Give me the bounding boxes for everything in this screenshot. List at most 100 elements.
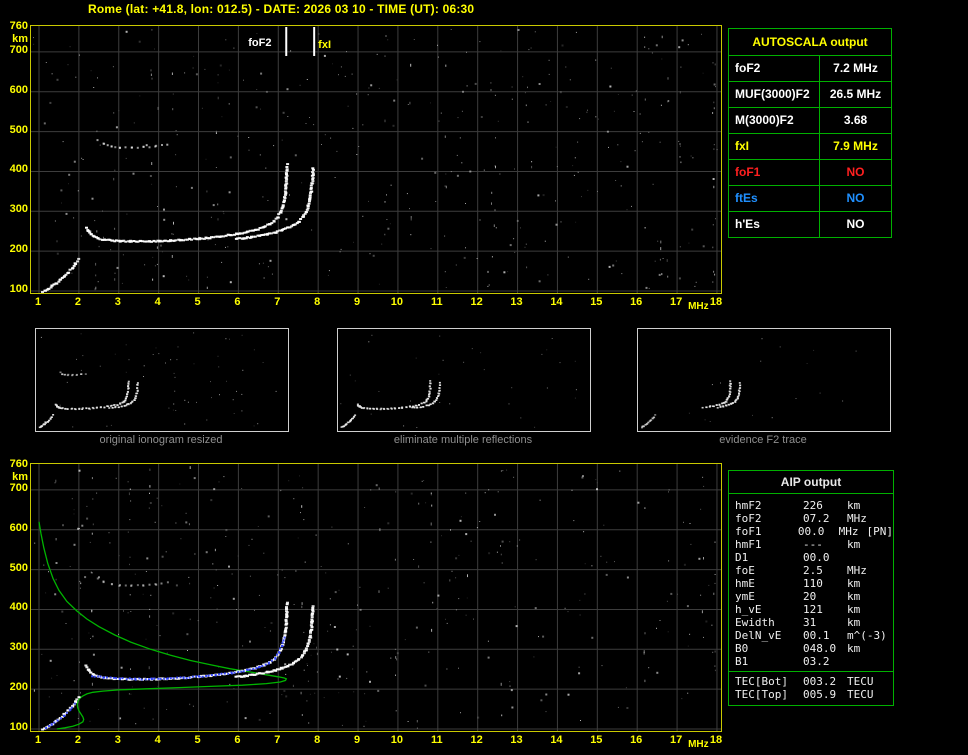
ionogram-plot [30, 25, 722, 294]
parameter-value: 7.9 MHz [819, 134, 891, 159]
x-tick-label: 16 [630, 734, 643, 746]
y-tick-label: 500 [9, 561, 28, 574]
aip-row: Ewidth 31 km [729, 616, 893, 629]
x-tick-label: 5 [194, 734, 201, 746]
x-tick-label: 12 [470, 734, 483, 746]
x-tick-label: 15 [590, 296, 603, 308]
autoscala-table-rows: foF2 7.2 MHz MUF(3000)F2 26.5 MHz M(3000)F2 3… [729, 55, 891, 237]
parameter-unit: km [847, 590, 861, 603]
thumbnail-eliminate-reflections [337, 328, 591, 432]
x-tick-label: 6 [234, 734, 241, 746]
parameter-label: fxI [735, 139, 750, 153]
profile-ionogram-canvas [31, 464, 721, 731]
thumb-trace-layer [340, 380, 442, 428]
parameter-unit: km [847, 642, 861, 655]
parameter-value: 00.0 [797, 525, 825, 538]
y-tick-label: 300 [9, 203, 28, 216]
parameter-label: B0 [735, 642, 749, 655]
fof2-marker-label: foF2 [248, 37, 272, 49]
parameter-label: D1 [735, 551, 749, 564]
grid-layer [31, 26, 721, 293]
y-tick-label: 700 [9, 481, 28, 494]
autoscala-output-table: AUTOSCALA output foF2 7.2 MHz MUF(3000)F2 2… [728, 28, 892, 238]
aip-row: hmF1 --- km [729, 538, 893, 551]
parameter-unit: km [847, 577, 861, 590]
parameter-value: 00.0 [803, 551, 830, 564]
parameter-value: 07.2 [803, 512, 830, 525]
parameter-label: hmF1 [735, 538, 762, 551]
parameter-value: NO [819, 212, 891, 237]
parameter-flag: [PN] [866, 525, 894, 538]
parameter-value: 7.2 MHz [819, 56, 891, 81]
aip-row: foE 2.5 MHz [729, 564, 893, 577]
x-tick-label: 8 [314, 296, 321, 308]
parameter-unit: TECU [847, 688, 874, 701]
aip-table-rows: hmF2 226 km foF2 07.2 MHz foF1 00.0 MHz [PN] hmF1-… [729, 494, 893, 671]
parameter-value: 226 [803, 499, 823, 512]
parameter-label: ftEs [735, 191, 758, 205]
parameter-unit: km [847, 616, 861, 629]
aip-row: foF1 00.0 MHz [PN] [729, 525, 893, 538]
x-tick-label: 3 [114, 734, 121, 746]
x-tick-label: 5 [194, 296, 201, 308]
x-tick-label: 17 [669, 734, 683, 746]
aip-row: hmE 110 km [729, 577, 893, 590]
parameter-unit: m^(-3) [847, 629, 887, 642]
grid-layer [31, 464, 721, 731]
parameter-label: ymE [735, 590, 755, 603]
parameter-label: hmE [735, 577, 755, 590]
y-tick-label: 760 [9, 457, 28, 470]
x-tick-label: 14 [550, 734, 563, 746]
parameter-value: --- [803, 538, 823, 551]
thumb-trace-layer [641, 380, 742, 429]
x-tick-label: 11 [430, 296, 443, 308]
y-tick-label: 200 [9, 243, 28, 256]
x-tick-label: 1 [34, 734, 42, 746]
parameter-value: 20 [803, 590, 817, 603]
ionogram-canvas [31, 26, 721, 293]
parameter-label: foE [735, 564, 755, 577]
parameter-value: NO [819, 160, 891, 185]
x-tick-label: 17 [669, 296, 683, 308]
x-axis-unit-label: MHz [688, 301, 709, 312]
parameter-value: 003.2 [803, 675, 837, 688]
parameter-unit: km [847, 538, 861, 551]
aip-row: TEC[Top] 005.9 TECU [729, 688, 893, 701]
parameter-value: 03.2 [803, 655, 830, 668]
parameter-label: TEC[Bot] [735, 675, 788, 688]
parameter-label: Ewidth [735, 616, 775, 629]
parameter-label: hmF2 [735, 499, 762, 512]
x-tick-label: 11 [430, 734, 443, 746]
parameter-label: foF2 [735, 61, 761, 75]
x-tick-label: 15 [590, 734, 603, 746]
y-tick-label: 700 [9, 43, 28, 56]
trace-layer [41, 577, 315, 731]
y-tick-label: 100 [9, 721, 28, 733]
y-tick-label: 600 [9, 521, 28, 534]
parameter-value: 31 [803, 616, 817, 629]
trace-layer [41, 139, 315, 293]
thumbnail-caption: eliminate multiple reflections [393, 434, 533, 446]
fxi-marker-label: fxI [318, 39, 332, 51]
thumbnail-original-ionogram [35, 328, 289, 432]
parameter-unit: TECU [847, 675, 874, 688]
aip-output-table: AIP output hmF2 226 km foF2 07.2 MHz foF1 00.0 M… [728, 470, 894, 706]
parameter-unit: km [847, 499, 861, 512]
x-tick-label: 13 [510, 734, 523, 746]
x-tick-label: 10 [390, 296, 404, 308]
thumbnail-caption: evidence F2 trace [719, 434, 807, 446]
x-tick-label: 2 [74, 734, 81, 746]
aip-row: TEC[Bot] 003.2 TECU [729, 675, 893, 688]
y-tick-label: 100 [9, 283, 28, 295]
x-tick-label: 7 [274, 734, 281, 746]
parameter-value: 005.9 [803, 688, 837, 701]
aip-row: DelN_vE 00.1 m^(-3) [729, 629, 893, 642]
x-tick-label: 13 [510, 296, 523, 308]
aip-row: B1 03.2 [729, 655, 893, 668]
aip-row: h_vE 121 km [729, 603, 893, 616]
parameter-value: 048.0 [803, 642, 837, 655]
y-tick-label: 600 [9, 83, 28, 96]
table-row: foF1 NO [729, 159, 891, 185]
parameter-label: foF1 [735, 165, 761, 179]
x-tick-label: 16 [630, 296, 643, 308]
